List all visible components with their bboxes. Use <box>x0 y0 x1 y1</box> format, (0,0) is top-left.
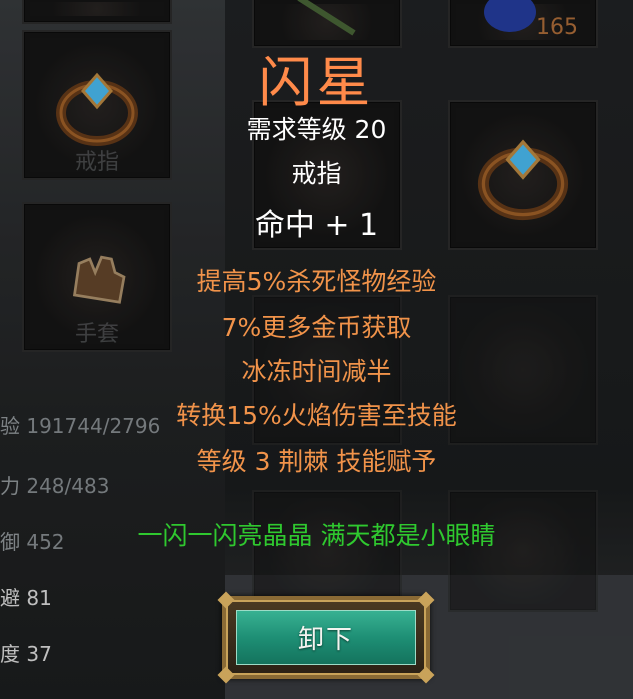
item-base-stat: 命中 + 1 <box>254 208 379 243</box>
item-affix: 转换15%火焰伤害至技能 <box>176 401 457 430</box>
unequip-button[interactable]: 卸下 <box>217 591 435 684</box>
unequip-button-face[interactable]: 卸下 <box>236 610 416 665</box>
item-affix: 冰冻时间减半 <box>241 357 392 386</box>
item-affix: 提高5%杀死怪物经验 <box>196 267 437 296</box>
item-affix: 等级 3 荆棘 技能赋予 <box>196 447 437 476</box>
item-name: 闪星 <box>258 51 375 114</box>
item-affix: 7%更多金币获取 <box>221 313 412 342</box>
item-requirement: 需求等级 20 <box>246 115 387 144</box>
item-type: 戒指 <box>291 159 342 188</box>
item-flavor-text: 一闪一闪亮晶晶 满天都是小眼睛 <box>137 521 496 550</box>
unequip-button-label: 卸下 <box>297 625 354 655</box>
